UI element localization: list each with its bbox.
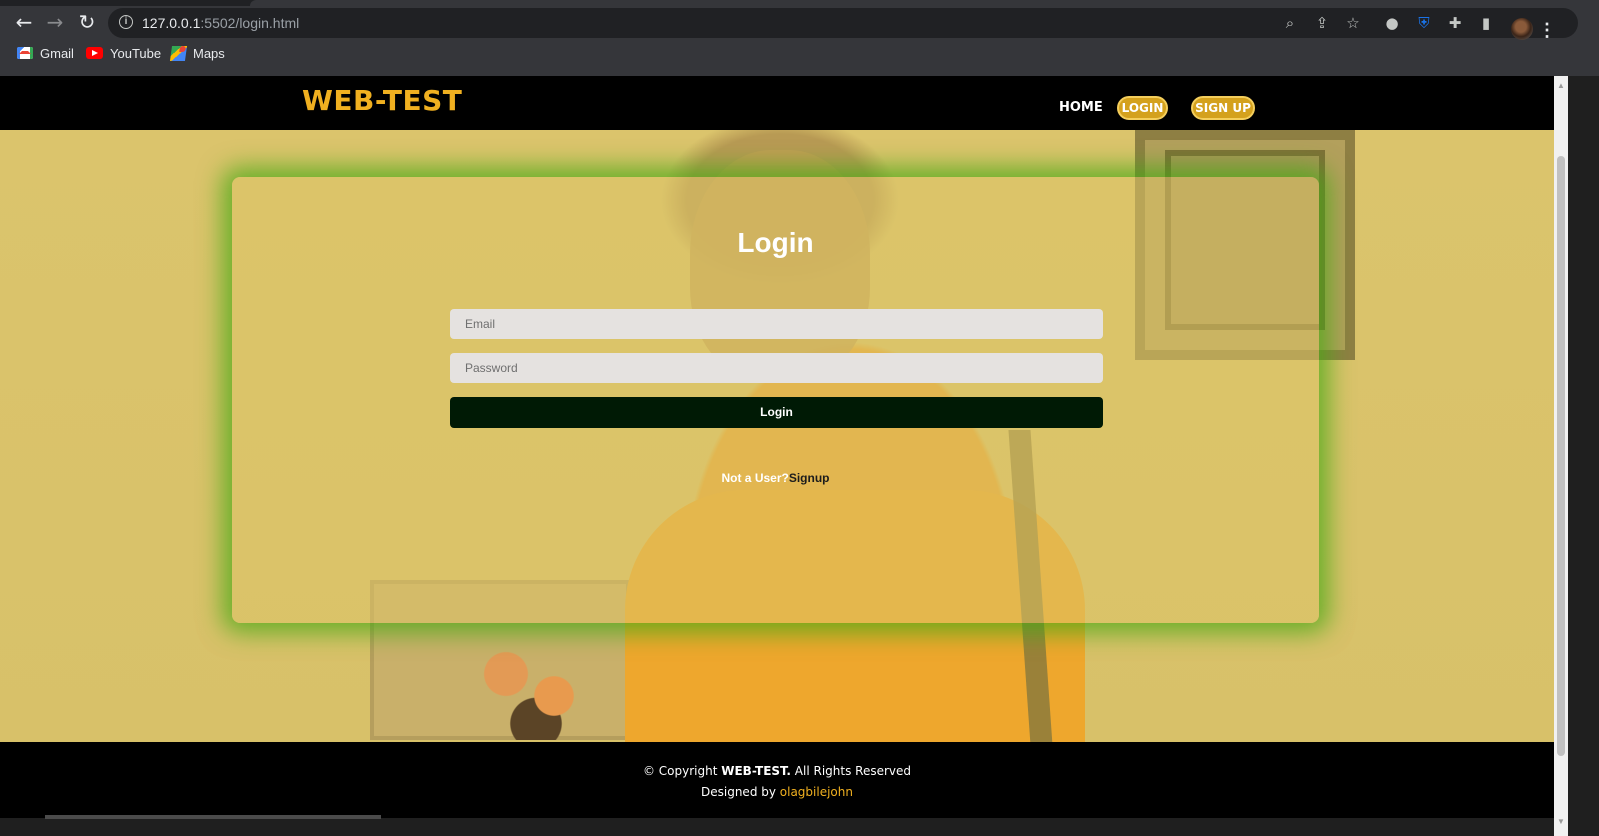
youtube-icon [86, 47, 103, 59]
profile-avatar[interactable] [1511, 18, 1533, 40]
site-header: WEB-TEST HOME LOGIN SIGN UP [0, 76, 1554, 130]
extensions-puzzle-icon[interactable]: ✚ [1445, 13, 1465, 33]
gmail-icon [17, 47, 33, 59]
menu-kebab-icon[interactable]: ⋮ [1538, 20, 1556, 40]
signup-prompt: Not a User?Signup [232, 471, 1319, 485]
bookmark-star-icon[interactable]: ☆ [1343, 13, 1363, 33]
site-info-icon[interactable]: i [119, 15, 133, 29]
url-text[interactable]: 127.0.0.1:5502/login.html [142, 14, 299, 32]
copyright-brand: WEB-TEST. [721, 764, 791, 778]
login-card: Login Login Not a User?Signup [232, 177, 1319, 623]
zoom-icon[interactable]: ⌕ [1280, 13, 1300, 33]
login-submit-button[interactable]: Login [450, 397, 1103, 428]
email-input[interactable] [450, 309, 1103, 339]
copyright-text: © Copyright WEB-TEST. All Rights Reserve… [0, 764, 1554, 778]
login-title: Login [737, 227, 814, 258]
bookmark-label: YouTube [110, 45, 162, 61]
window-edge [1568, 76, 1599, 836]
brand-logo[interactable]: WEB-TEST [302, 84, 462, 117]
bookmark-label: Maps [193, 45, 225, 61]
horizontal-scroll-track [0, 818, 1554, 836]
scroll-down-icon[interactable]: ▼ [1557, 818, 1565, 826]
horizontal-scroll-thumb[interactable] [45, 815, 381, 819]
signup-prompt-text: Not a User? [721, 471, 789, 485]
bookmark-label: Gmail [40, 45, 74, 61]
bookmark-gmail[interactable]: Gmail [17, 42, 74, 64]
password-input[interactable] [450, 353, 1103, 383]
side-panel-icon[interactable]: ▮ [1476, 13, 1496, 33]
designer-link[interactable]: olagbilejohn [780, 785, 853, 799]
maps-icon [169, 45, 188, 61]
share-icon[interactable]: ⇪ [1312, 13, 1332, 33]
scrollbar-thumb[interactable] [1557, 156, 1565, 756]
nav-signup-button[interactable]: SIGN UP [1191, 96, 1255, 120]
scroll-up-icon[interactable]: ▲ [1557, 82, 1565, 90]
microphone-icon[interactable]: ● [1382, 13, 1402, 33]
bookmark-youtube[interactable]: YouTube [86, 42, 161, 64]
signup-link[interactable]: Signup [789, 471, 830, 485]
designer-credit: Designed by olagbilejohn [0, 785, 1554, 799]
shield-extension-icon[interactable]: ⛨ [1414, 13, 1434, 33]
address-bar[interactable]: i 127.0.0.1:5502/login.html ⌕ ⇪ ☆ [108, 8, 1578, 38]
page-viewport: WEB-TEST HOME LOGIN SIGN UP Login Login … [0, 76, 1554, 836]
browser-chrome: ← → ↻ i 127.0.0.1:5502/login.html ⌕ ⇪ ☆ … [0, 0, 1599, 76]
bg-flowers [470, 630, 590, 740]
vertical-scrollbar[interactable]: ▲ ▼ [1554, 76, 1568, 836]
back-icon[interactable]: ← [11, 11, 37, 33]
tab-strip [0, 0, 1599, 6]
nav-login-button[interactable]: LOGIN [1117, 96, 1168, 120]
copyright-suffix: All Rights Reserved [790, 764, 912, 778]
forward-icon[interactable]: → [42, 11, 68, 33]
reload-icon[interactable]: ↻ [74, 11, 100, 33]
nav-home-link[interactable]: HOME [1059, 100, 1103, 115]
copyright-prefix: © Copyright [642, 764, 722, 778]
bookmark-maps[interactable]: Maps [169, 42, 225, 64]
bookmarks-bar: Gmail YouTube Maps [0, 42, 600, 64]
designed-by-text: Designed by [701, 785, 780, 799]
